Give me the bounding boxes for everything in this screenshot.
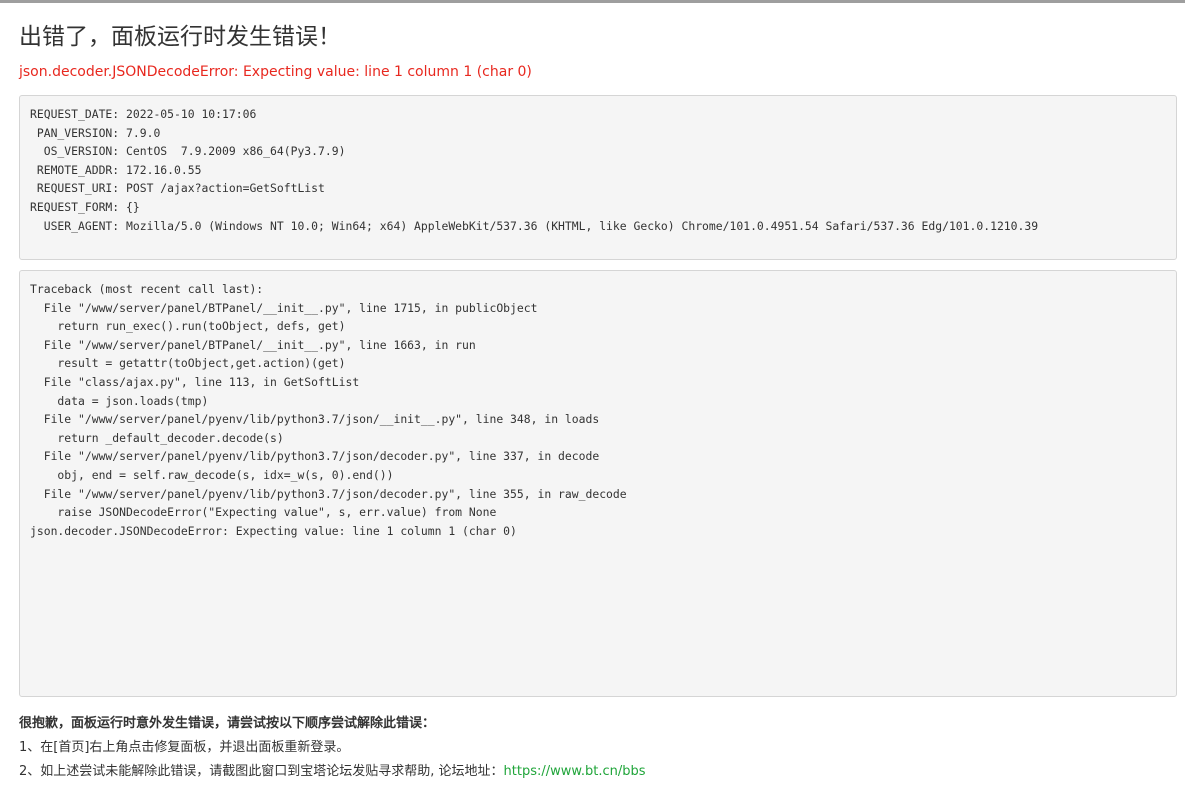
traceback-line: File "/www/server/panel/pyenv/lib/python…: [30, 486, 627, 501]
traceback-line: raise JSONDecodeError("Expecting value",…: [30, 505, 497, 520]
request-info-line: PAN_VERSION: 7.9.0: [30, 125, 161, 140]
traceback-line: File "/www/server/panel/pyenv/lib/python…: [30, 412, 600, 427]
request-info-line: OS_VERSION: CentOS 7.9.2009 x86_64(Py3.7…: [30, 144, 346, 159]
request-info-line: REQUEST_FORM: {}: [30, 199, 140, 214]
top-border: [0, 0, 1185, 3]
traceback-line: File "/www/server/panel/BTPanel/__init__…: [30, 337, 476, 352]
traceback-box: Traceback (most recent call last): File …: [19, 270, 1177, 697]
help-item-repair: 1、在[首页]右上角点击修复面板，并退出面板重新登录。: [19, 740, 350, 755]
help-item-forum-text: 2、如上述尝试未能解除此错误，请截图此窗口到宝塔论坛发贴寻求帮助, 论坛地址：: [19, 764, 504, 779]
request-info-line: REQUEST_URI: POST /ajax?action=GetSoftLi…: [30, 181, 325, 196]
traceback-line: File "class/ajax.py", line 113, in GetSo…: [30, 374, 360, 389]
traceback-line: json.decoder.JSONDecodeError: Expecting …: [30, 523, 517, 538]
traceback-line: data = json.loads(tmp): [30, 393, 209, 408]
request-info-line: REQUEST_DATE: 2022-05-10 10:17:06: [30, 107, 257, 121]
error-message: json.decoder.JSONDecodeError: Expecting …: [19, 64, 532, 80]
help-item-forum: 2、如上述尝试未能解除此错误，请截图此窗口到宝塔论坛发贴寻求帮助, 论坛地址：h…: [19, 760, 1179, 784]
forum-link[interactable]: https://www.bt.cn/bbs: [504, 764, 646, 779]
help-section: 很抱歉，面板运行时意外发生错误，请尝试按以下顺序尝试解除此错误： 1、在[首页]…: [19, 712, 1179, 784]
traceback-line: File "/www/server/panel/BTPanel/__init__…: [30, 300, 538, 315]
page-title: 出错了，面板运行时发生错误！: [19, 24, 341, 50]
request-info-line: REMOTE_ADDR: 172.16.0.55: [30, 162, 202, 177]
request-info-line: USER_AGENT: Mozilla/5.0 (Windows NT 10.0…: [30, 218, 1039, 233]
traceback-line: obj, end = self.raw_decode(s, idx=_w(s, …: [30, 467, 394, 482]
traceback-line: return run_exec().run(toObject, defs, ge…: [30, 319, 346, 334]
traceback-line: Traceback (most recent call last):: [30, 282, 264, 296]
request-info-box: REQUEST_DATE: 2022-05-10 10:17:06 PAN_VE…: [19, 95, 1177, 260]
traceback-line: File "/www/server/panel/pyenv/lib/python…: [30, 449, 600, 464]
help-heading: 很抱歉，面板运行时意外发生错误，请尝试按以下顺序尝试解除此错误：: [19, 716, 436, 731]
traceback-line: return _default_decoder.decode(s): [30, 430, 284, 445]
traceback-line: result = getattr(toObject,get.action)(ge…: [30, 356, 346, 371]
